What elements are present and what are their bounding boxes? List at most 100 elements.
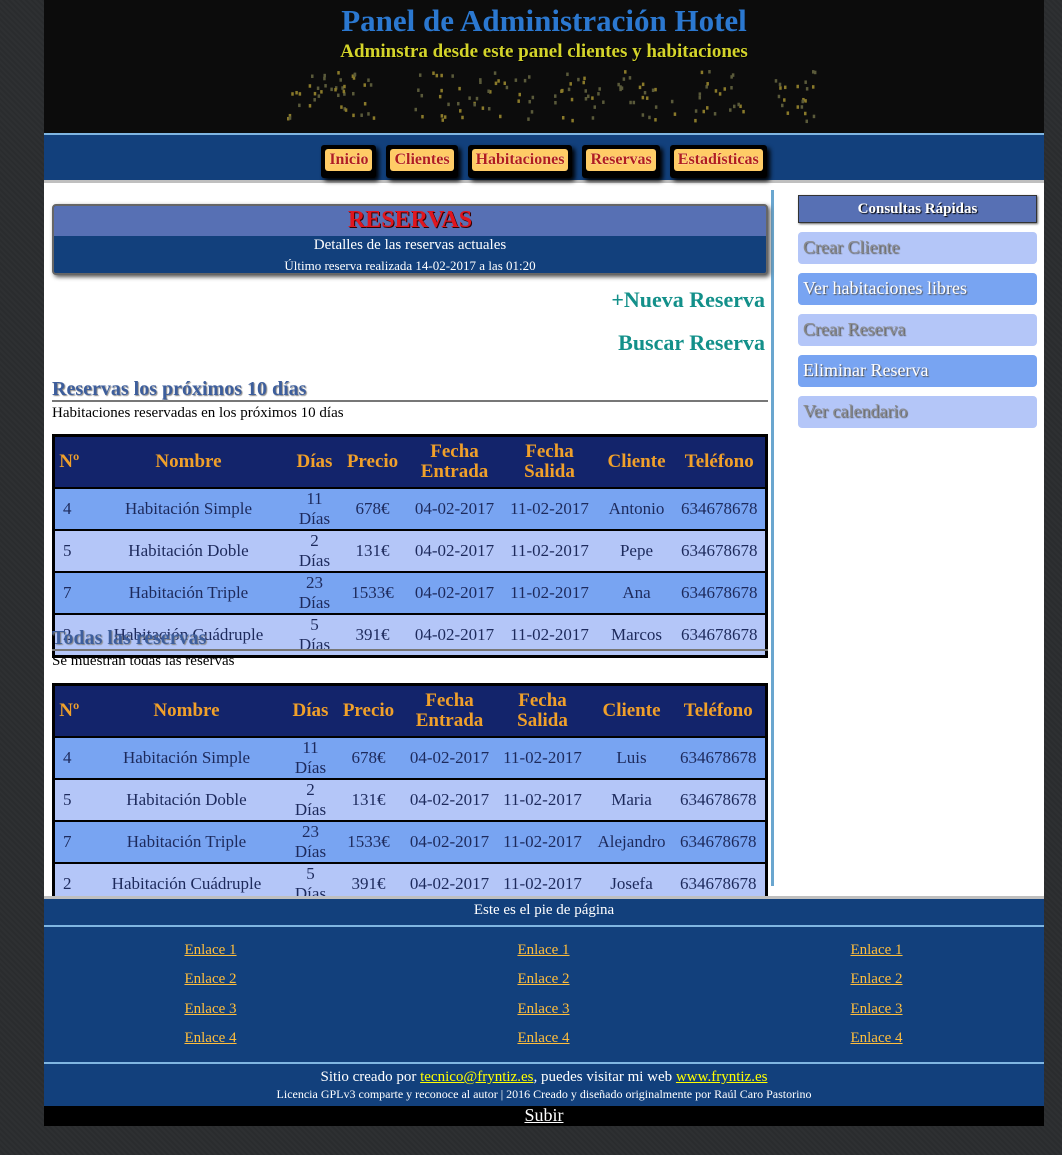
cell-days: 11 Días: [293, 486, 336, 530]
nav-clientes-button[interactable]: Clientes: [390, 149, 454, 171]
cell-phone: 634678678: [673, 528, 767, 572]
main-content: RESERVAS Detalles de las reservas actual…: [52, 190, 774, 907]
footer-credits: Sitio creado por tecnico@fryntiz.es, pue…: [44, 1062, 1044, 1086]
col-header-client: Cliente: [591, 684, 672, 737]
col-header-price: Precio: [335, 435, 410, 488]
table-row: 5 Habitación Doble 2 Días 131€ 04-02-2017 11-…: [53, 777, 767, 821]
cell-days: 11 Días: [289, 735, 332, 779]
col-header-name: Nombre: [83, 684, 290, 737]
city-skyline-image: [287, 70, 817, 124]
footer-link[interactable]: Enlace 2: [377, 966, 710, 995]
search-reservation-link[interactable]: Buscar Reserva: [618, 330, 765, 356]
cell-number: 7: [53, 570, 84, 614]
col-header-check-in: Fecha Entrada: [405, 684, 494, 737]
sidebar-item-crear-cliente[interactable]: Crear Cliente: [798, 232, 1037, 264]
footer-link[interactable]: Enlace 2: [710, 966, 1043, 995]
col-header-check-out: Fecha Salida: [499, 435, 600, 488]
header: Panel de Administración Hotel Adminstra …: [44, 0, 1044, 133]
cell-phone: 634678678: [671, 819, 767, 863]
nav-inicio-button[interactable]: Inicio: [325, 149, 373, 171]
cell-number: 5: [53, 528, 84, 572]
upcoming-reservations-heading: Reservas los próximos 10 días: [52, 378, 768, 402]
footer-link[interactable]: Enlace 3: [44, 996, 377, 1025]
cell-phone: 634678678: [673, 486, 767, 530]
col-header-check-out: Fecha Salida: [493, 684, 592, 737]
table-row: 7 Habitación Triple 23 Días 1533€ 04-02-2017…: [53, 570, 767, 614]
cell-days: 23 Días: [293, 570, 336, 614]
footer-title: Este es el pie de página: [44, 899, 1044, 927]
cell-check-out: 11-02-2017: [499, 486, 600, 530]
cell-room-name: Habitación Simple: [83, 486, 294, 530]
footer-link[interactable]: Enlace 2: [44, 966, 377, 995]
all-reservations-description: Se muestran todas las reservas: [52, 653, 235, 669]
sidebar-item-ver-habitaciones-libres[interactable]: Ver habitaciones libres: [798, 273, 1037, 305]
cell-number: 5: [53, 777, 84, 821]
cell-price: 678€: [331, 735, 406, 779]
cell-price: 678€: [335, 486, 410, 530]
nav-item-estadisticas: Estadísticas: [669, 145, 767, 178]
author-website-link[interactable]: www.fryntiz.es: [676, 1069, 768, 1085]
back-to-top-bar: Subir: [44, 1106, 1044, 1126]
cell-room-name: Habitación Doble: [83, 528, 294, 572]
footer-link[interactable]: Enlace 1: [377, 937, 710, 966]
footer-link[interactable]: Enlace 3: [377, 996, 710, 1025]
author-email-link[interactable]: tecnico@fryntiz.es: [420, 1069, 533, 1085]
table-header-row: Nº Nombre Días Precio Fecha Entrada Fech…: [53, 435, 767, 488]
col-header-client: Cliente: [599, 435, 674, 488]
footer-link[interactable]: Enlace 1: [44, 937, 377, 966]
cell-days: 2 Días: [293, 528, 336, 572]
footer-link[interactable]: Enlace 4: [377, 1025, 710, 1054]
sidebar-item-eliminar-reserva[interactable]: Eliminar Reserva: [798, 355, 1037, 387]
footer-link[interactable]: Enlace 4: [710, 1025, 1043, 1054]
cell-check-out: 11-02-2017: [493, 735, 592, 779]
cell-check-out: 11-02-2017: [493, 777, 592, 821]
col-header-days: Días: [293, 435, 336, 488]
col-header-price: Precio: [331, 684, 406, 737]
sidebar-item-ver-calendario[interactable]: Ver calendario: [798, 396, 1037, 428]
nav-item-inicio: Inicio: [321, 145, 377, 178]
credits-middle: , puedes visitar mi web: [533, 1069, 676, 1085]
cell-room-name: Habitación Doble: [83, 777, 290, 821]
reservas-title: RESERVAS: [54, 206, 766, 236]
footer-link-columns: Enlace 1 Enlace 2 Enlace 3 Enlace 4 Enla…: [44, 937, 1044, 1054]
cell-price: 131€: [335, 528, 410, 572]
page: Panel de Administración Hotel Adminstra …: [44, 0, 1044, 1126]
nav-reservas-button[interactable]: Reservas: [586, 149, 656, 171]
table-header-row: Nº Nombre Días Precio Fecha Entrada Fech…: [53, 684, 767, 737]
sidebar-item-crear-reserva[interactable]: Crear Reserva: [798, 314, 1037, 346]
col-header-number: Nº: [53, 684, 84, 737]
reservas-subtitle: Detalles de las reservas actuales: [313, 237, 507, 253]
col-header-check-in: Fecha Entrada: [409, 435, 500, 488]
cell-client: Maria: [591, 777, 672, 821]
all-reservations-heading: Todas las reservas: [52, 627, 768, 651]
back-to-top-link[interactable]: Subir: [524, 1105, 563, 1125]
cell-phone: 634678678: [671, 735, 767, 779]
nav-habitaciones-button[interactable]: Habitaciones: [471, 149, 569, 171]
table-row: 7 Habitación Triple 23 Días 1533€ 04-02-2017…: [53, 819, 767, 863]
cell-check-in: 04-02-2017: [405, 777, 494, 821]
footer-link[interactable]: Enlace 1: [710, 937, 1043, 966]
cell-days: 23 Días: [289, 819, 332, 863]
cell-room-name: Habitación Triple: [83, 570, 294, 614]
footer-column: Enlace 1 Enlace 2 Enlace 3 Enlace 4: [710, 937, 1043, 1054]
site-subtitle: Adminstra desde este panel clientes y ha…: [340, 41, 748, 62]
cell-number: 4: [53, 486, 84, 530]
nav-item-reservas: Reservas: [582, 145, 660, 178]
footer-link[interactable]: Enlace 3: [710, 996, 1043, 1025]
sidebar-title: Consultas Rápidas: [798, 195, 1037, 223]
new-reservation-link[interactable]: +Nueva Reserva: [611, 287, 765, 313]
upcoming-reservations-table: Nº Nombre Días Precio Fecha Entrada Fech…: [52, 434, 768, 658]
footer-column: Enlace 1 Enlace 2 Enlace 3 Enlace 4: [44, 937, 377, 1054]
cell-check-out: 11-02-2017: [493, 819, 592, 863]
footer-license: Licencia GPLv3 comparte y reconoce al au…: [276, 1087, 812, 1101]
all-reservations-table: Nº Nombre Días Precio Fecha Entrada Fech…: [52, 683, 768, 907]
reservas-header-box: RESERVAS Detalles de las reservas actual…: [52, 204, 768, 275]
table-row: 4 Habitación Simple 11 Días 678€ 04-02-2017 1…: [53, 486, 767, 530]
cell-check-out: 11-02-2017: [499, 570, 600, 614]
cell-check-in: 04-02-2017: [409, 486, 500, 530]
col-header-phone: Teléfono: [673, 435, 767, 488]
footer-link[interactable]: Enlace 4: [44, 1025, 377, 1054]
table-row: 5 Habitación Doble 2 Días 131€ 04-02-2017 11-…: [53, 528, 767, 572]
nav-item-habitaciones: Habitaciones: [467, 145, 573, 178]
nav-estadisticas-button[interactable]: Estadísticas: [673, 149, 763, 171]
